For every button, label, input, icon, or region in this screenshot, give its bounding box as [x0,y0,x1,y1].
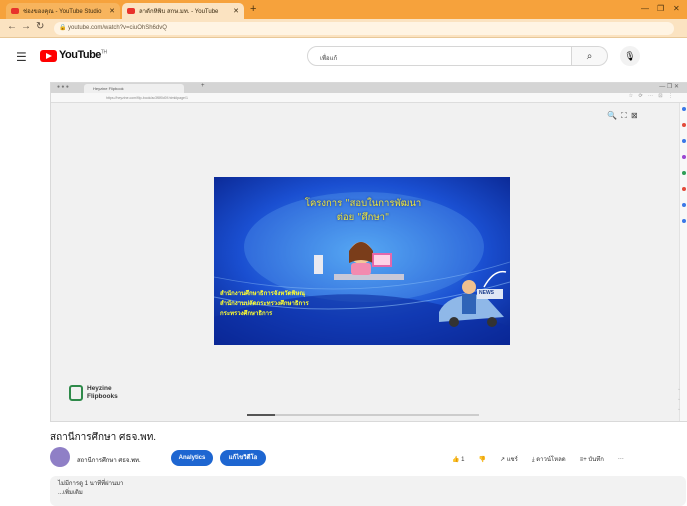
side-dot-icon [682,171,686,175]
side-dot-icon [682,123,686,127]
embedded-address-bar: https://heyzine.com/flip-book/ac3f8f0d0f… [51,93,687,103]
embedded-new-tab-icon: + [201,83,205,89]
window-dots-icon: ● ● ● [57,84,69,90]
like-button[interactable]: 👍 1 [452,456,465,463]
search-icon: ⌕ [586,51,593,62]
share-icon: ↗ [499,457,506,463]
browser-tab-label: ช่องของคุณ - YouTube Studio [23,9,102,15]
menu-icon[interactable]: ☰ [16,50,27,64]
youtube-brand[interactable]: YouTubeTH [59,49,107,61]
embedded-url: https://heyzine.com/flip-book/ac3f8f0d0f… [106,96,188,100]
page-scroll-rail: ◦ ◦ ◦ [678,387,680,413]
embedded-tab: Heyzine Flipbook [84,84,184,93]
analytics-button[interactable]: Analytics [171,450,213,466]
share-button[interactable]: ↗ แชร์ [500,454,518,464]
close-icon[interactable]: ✕ [109,7,115,15]
playlist-add-icon: ≡+ [579,457,587,463]
dislike-button[interactable]: 👎 [479,456,486,463]
close-icon[interactable]: ✕ [233,7,239,15]
minimize-icon[interactable]: — [641,4,649,13]
browser-toolbar: ← → ↻ 🔒 youtube.com/watch?v=ciuOhSh6dvQ [0,19,687,38]
lock-icon: 🔒 [59,25,67,31]
side-dot-icon [682,187,686,191]
heyzine-text: Heyzine Flipbooks [87,385,118,400]
browser-tab-strip: ช่องของคุณ - YouTube Studio ✕ ลาดักหิพิบ… [0,0,687,19]
download-icon: ⤓ [531,457,535,463]
address-bar[interactable]: 🔒 youtube.com/watch?v=ciuOhSh6dvQ [54,22,674,35]
description-meta: ไม่มีการดู 1 นาทีที่ผ่านมา [58,481,124,487]
flipbook-progress-bar[interactable] [247,414,479,416]
slide-title: โครงการ "สอบในการพัฒนา ต่อย "ศึกษา" [304,198,422,223]
maximize-icon[interactable]: ❐ [657,4,664,13]
embedded-side-panel [679,103,687,421]
heyzine-logo-icon [69,385,83,401]
more-actions-button[interactable]: ··· [618,456,624,462]
video-description[interactable]: ไม่มีการดู 1 นาทีที่ผ่านมา ...เพิ่มเติม [50,476,686,506]
side-dot-icon [682,107,686,111]
youtube-header: ☰ YouTubeTH เพื่อแก้ ⌕ 🎙 [0,38,687,76]
video-title: สถานีการศึกษา ศธจ.พท. [50,432,157,443]
side-dot-icon [682,139,686,143]
channel-name[interactable]: สถานีการศึกษา ศธจ.พท. [77,455,141,465]
back-arrow-icon[interactable]: ← [7,21,17,32]
url-text: youtube.com/watch?v=ciuOhSh6dvQ [68,25,167,31]
browser-tab-studio[interactable]: ช่องของคุณ - YouTube Studio ✕ [6,3,120,19]
search-input[interactable]: เพื่อแก้ [307,46,572,66]
embedded-window-controls: — ❐ ✕ [659,84,679,90]
reload-icon[interactable]: ↻ [36,21,44,32]
news-label: NEWS [479,290,494,296]
thumbs-down-icon: 👎 [478,456,486,463]
play-icon [46,53,52,59]
browser-tab-label: ลาดักหิพิบ สกษ.มท. - YouTube [139,9,219,15]
edit-video-button[interactable]: แก้ไขวิดีโอ [220,450,266,466]
side-dot-icon [682,219,686,223]
embedded-toolbar-icons: ☆ ⟳ ⋯ ⊡ ⋮ [628,93,675,99]
video-player[interactable]: ● ● ● Heyzine Flipbook + — ❐ ✕ https://h… [50,82,687,422]
microphone-icon: 🎙 [624,51,636,61]
save-button[interactable]: ≡+ บันทึก [580,454,604,464]
side-dot-icon [682,203,686,207]
flipbook-slide: โครงการ "สอบในการพัฒนา ต่อย "ศึกษา" สำนั… [214,177,510,345]
forward-arrow-icon[interactable]: → [21,21,31,32]
youtube-favicon-icon [127,8,135,14]
browser-tab-video[interactable]: ลาดักหิพิบ สกษ.มท. - YouTube ✕ [122,3,244,19]
voice-search-button[interactable]: 🎙 [620,46,640,66]
flipbook-progress-fill [247,414,275,416]
embedded-tab-strip: ● ● ● Heyzine Flipbook + — ❐ ✕ [51,83,687,93]
new-tab-button[interactable]: + [250,3,256,15]
thumbs-up-icon: 👍 [452,456,460,463]
search-button[interactable]: ⌕ [572,46,608,66]
window-close-icon[interactable]: ✕ [673,4,680,13]
flipbook-controls[interactable]: 🔍 ⛶ ⊠ [607,111,639,121]
download-button[interactable]: ⤓ ดาวน์โหลด [532,454,566,464]
description-more-link[interactable]: ...เพิ่มเติม [58,489,678,498]
youtube-favicon-icon [11,8,19,14]
side-dot-icon [682,155,686,159]
video-actions: 👍 1 👎 ↗ แชร์ ⤓ ดาวน์โหลด ≡+ บันทึก ··· [452,451,624,467]
slide-caption: สำนักงานศึกษาธิการจังหวัดพิษณุ สำนักงานป… [220,291,309,317]
channel-avatar[interactable] [50,447,70,467]
